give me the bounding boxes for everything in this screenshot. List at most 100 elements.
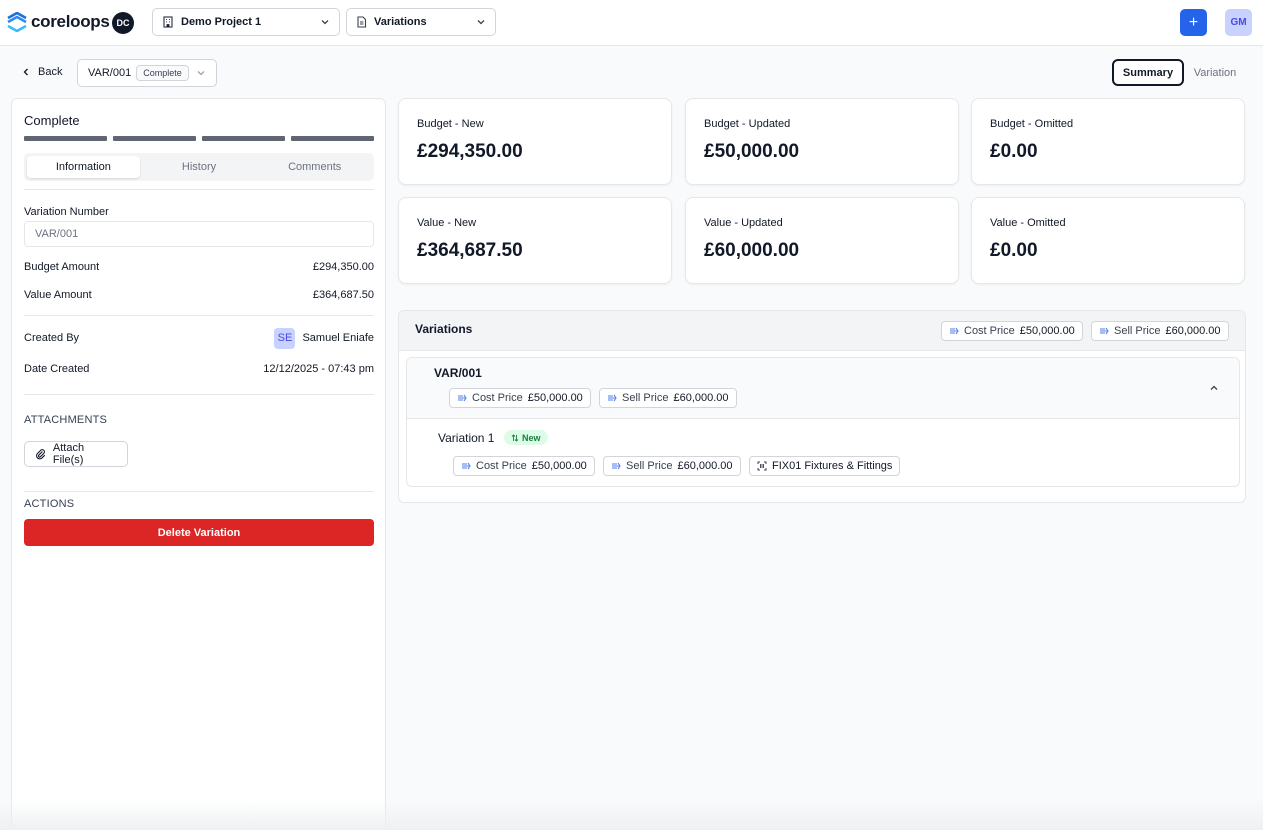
- divider: [24, 189, 374, 190]
- budget-amount-row: Budget Amount £294,350.00: [24, 257, 374, 277]
- progress-step: [113, 136, 196, 141]
- divider: [24, 394, 374, 395]
- variation-group-header[interactable]: VAR/001 Cost Price £50,000.00 Sell Price…: [407, 358, 1239, 419]
- total-sell-price: Sell Price £60,000.00: [1091, 321, 1229, 341]
- variations-title: Variations: [415, 322, 473, 336]
- summary-card-value: £364,687.50: [417, 240, 523, 261]
- document-icon: [357, 16, 367, 28]
- chevron-down-icon: [477, 20, 485, 25]
- project-select[interactable]: Demo Project 1: [152, 8, 340, 36]
- variation-id: VAR/001: [88, 67, 132, 79]
- status-progress: [24, 136, 374, 141]
- price-tag-icon: [462, 462, 471, 470]
- variation-number-label: Variation Number: [24, 206, 109, 218]
- summary-card-label: Budget - Updated: [704, 118, 791, 130]
- sell-price-label: Sell Price: [1114, 325, 1161, 337]
- item-sell-price: Sell Price £60,000.00: [603, 456, 741, 476]
- panel-tabs: Information History Comments: [24, 153, 374, 181]
- top-bar: coreloops DC Demo Project 1 Variations +…: [0, 0, 1263, 46]
- summary-card-label: Value - Omitted: [990, 217, 1066, 229]
- summary-card-label: Value - Updated: [704, 217, 783, 229]
- chevron-down-icon: [321, 20, 329, 25]
- user-avatar[interactable]: DC: [112, 12, 134, 34]
- summary-view-button[interactable]: Summary: [1112, 59, 1184, 86]
- tab-information[interactable]: Information: [27, 156, 140, 178]
- summary-card-value: £0.00: [990, 141, 1038, 162]
- price-tag-icon: [608, 394, 617, 402]
- status-badge: Complete: [136, 65, 189, 81]
- brand-name: coreloops: [31, 12, 110, 31]
- cost-price-value: £50,000.00: [531, 460, 587, 472]
- module-select[interactable]: Variations: [346, 8, 496, 36]
- variations-header: Variations Cost Price £50,000.00 Sell Pr…: [399, 311, 1245, 351]
- summary-card-value: £0.00: [990, 240, 1038, 261]
- sell-price-value: £60,000.00: [677, 460, 733, 472]
- variations-section: Variations Cost Price £50,000.00 Sell Pr…: [398, 310, 1246, 503]
- cost-price-label: Cost Price: [476, 460, 527, 472]
- summary-card: Value - New £364,687.50: [398, 197, 672, 284]
- attach-files-button[interactable]: Attach File(s): [24, 441, 128, 467]
- paperclip-icon: [36, 449, 46, 460]
- new-badge-label: New: [522, 432, 541, 443]
- back-button[interactable]: Back: [22, 62, 62, 82]
- date-created-label: Date Created: [24, 363, 90, 375]
- progress-step: [24, 136, 107, 141]
- sell-price-value: £60,000.00: [673, 392, 729, 404]
- summary-card-value: £294,350.00: [417, 141, 523, 162]
- variation-item-title[interactable]: Variation 1: [438, 431, 494, 445]
- summary-card: Budget - New £294,350.00: [398, 98, 672, 185]
- summary-card: Value - Omitted £0.00: [971, 197, 1245, 284]
- arrows-swap-icon: [511, 433, 519, 442]
- variation-group-id: VAR/001: [434, 366, 482, 380]
- sell-price-label: Sell Price: [626, 460, 673, 472]
- value-amount-label: Value Amount: [24, 289, 92, 301]
- brand-logo[interactable]: coreloops: [6, 12, 110, 32]
- tab-history[interactable]: History: [143, 156, 256, 178]
- actions-heading: ACTIONS: [24, 498, 75, 510]
- summary-card: Value - Updated £60,000.00: [685, 197, 959, 284]
- variation-number-input[interactable]: VAR/001: [24, 221, 374, 247]
- variation-select[interactable]: VAR/001 Complete: [77, 59, 217, 87]
- footer-shadow: [0, 800, 1263, 830]
- tab-comments[interactable]: Comments: [258, 156, 371, 178]
- price-tag-icon: [1100, 327, 1109, 335]
- progress-step: [291, 136, 374, 141]
- account-avatar[interactable]: GM: [1225, 9, 1252, 36]
- item-cost-price: Cost Price £50,000.00: [453, 456, 595, 476]
- attachments-heading: ATTACHMENTS: [24, 414, 108, 426]
- cost-price-value: £50,000.00: [1019, 325, 1075, 337]
- variation-view-button[interactable]: Variation: [1184, 59, 1246, 86]
- date-created-row: Date Created 12/12/2025 - 07:43 pm: [24, 359, 374, 379]
- group-sell-price: Sell Price £60,000.00: [599, 388, 737, 408]
- module-select-value: Variations: [374, 16, 427, 28]
- summary-card-label: Value - New: [417, 217, 477, 229]
- group-cost-price: Cost Price £50,000.00: [449, 388, 591, 408]
- cost-price-label: Cost Price: [964, 325, 1015, 337]
- price-tag-icon: [950, 327, 959, 335]
- add-button[interactable]: +: [1180, 9, 1207, 36]
- cost-price-label: Cost Price: [472, 392, 523, 404]
- building-icon: [163, 16, 173, 28]
- panel-title: Complete: [24, 113, 80, 128]
- view-toggle: Summary Variation: [1112, 59, 1246, 86]
- back-label: Back: [38, 66, 63, 78]
- delete-variation-button[interactable]: Delete Variation: [24, 519, 374, 546]
- progress-step: [202, 136, 285, 141]
- total-cost-price: Cost Price £50,000.00: [941, 321, 1083, 341]
- sell-price-value: £60,000.00: [1165, 325, 1221, 337]
- project-select-value: Demo Project 1: [181, 16, 262, 28]
- summary-card-label: Budget - New: [417, 118, 484, 130]
- chevron-up-icon[interactable]: [1208, 382, 1220, 394]
- item-cost-code: FIX01 Fixtures & Fittings: [749, 456, 901, 476]
- scan-code-icon: [757, 461, 767, 471]
- budget-amount-label: Budget Amount: [24, 261, 100, 273]
- chevron-left-icon: [23, 68, 28, 76]
- logo-icon: [7, 12, 27, 32]
- value-amount-value: £364,687.50: [312, 289, 374, 301]
- new-badge: New: [504, 430, 548, 445]
- date-created-value: 12/12/2025 - 07:43 pm: [263, 363, 374, 375]
- summary-card: Budget - Updated £50,000.00: [685, 98, 959, 185]
- attach-files-label: Attach File(s): [52, 442, 85, 466]
- creator: SE Samuel Eniafe: [274, 327, 374, 349]
- price-tag-icon: [612, 462, 621, 470]
